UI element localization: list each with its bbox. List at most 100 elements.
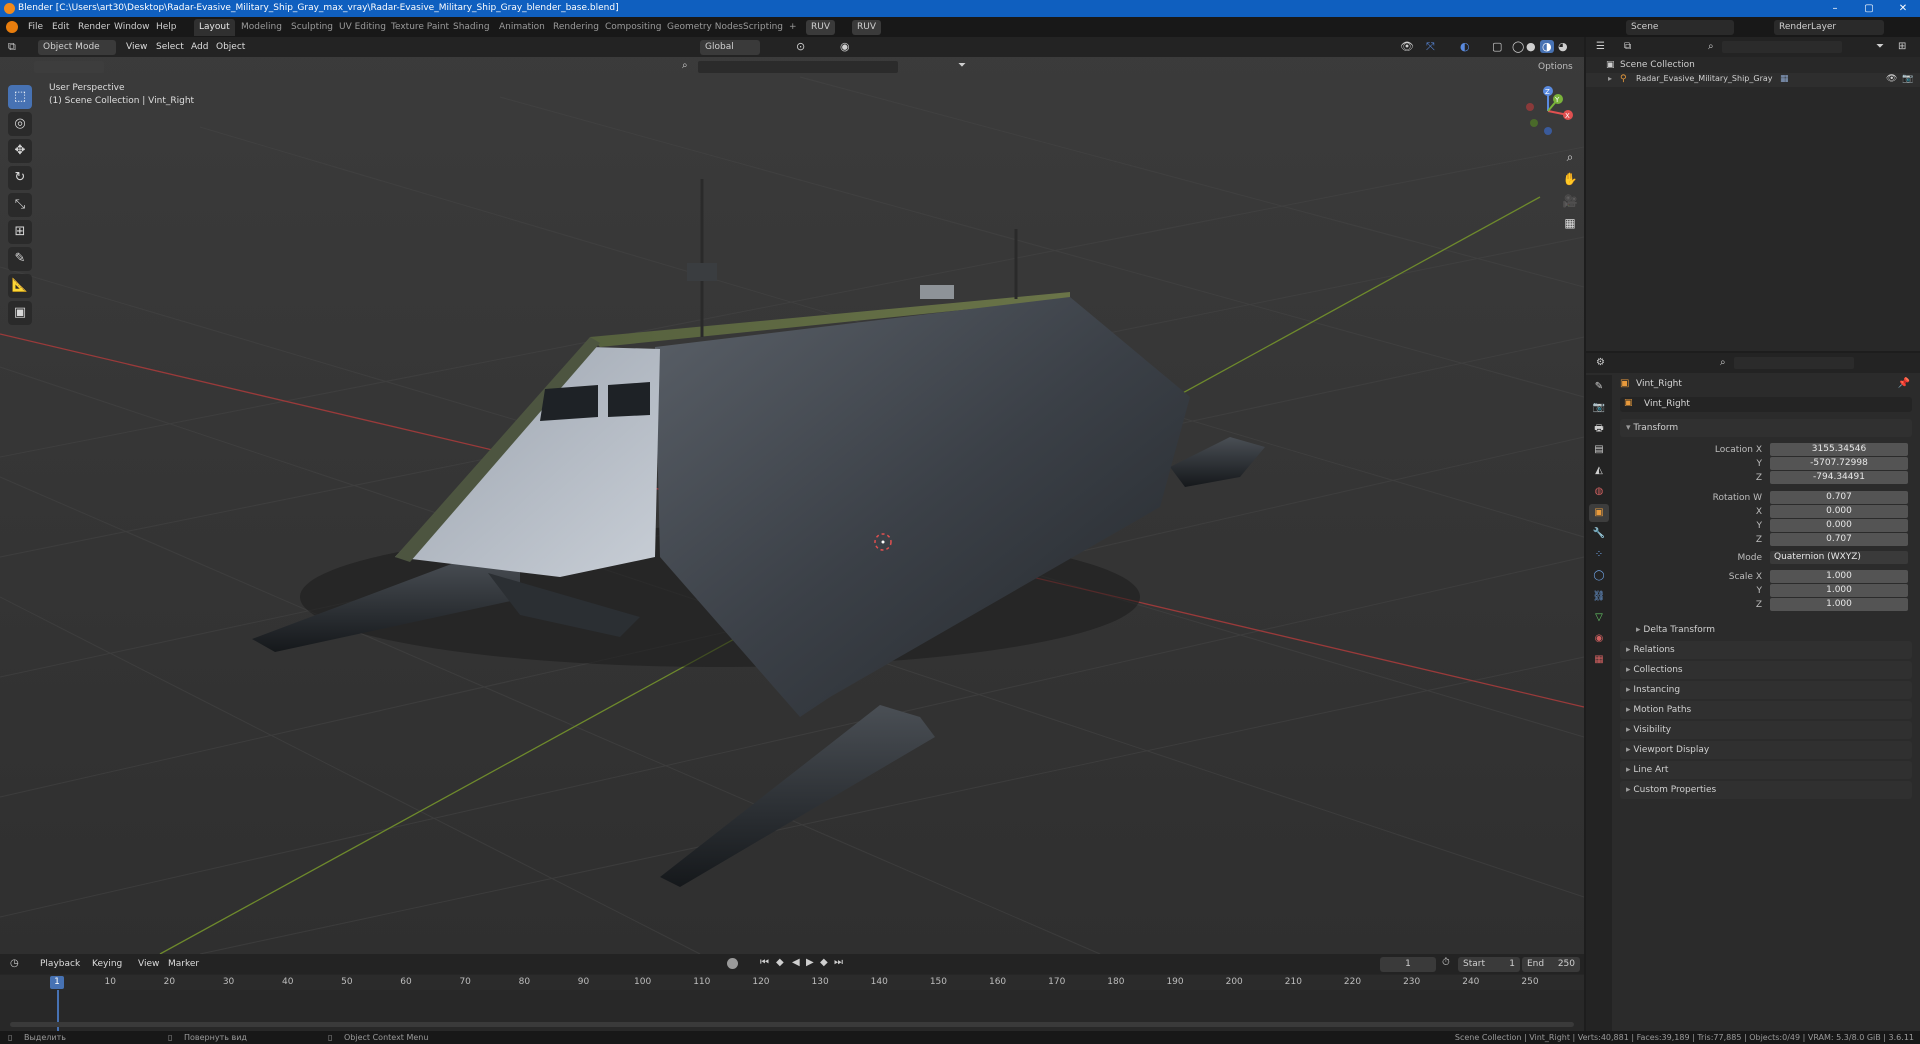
properties-editor-icon[interactable]: ⚙ bbox=[1596, 357, 1605, 368]
location-z-field[interactable]: -794.34491 bbox=[1770, 471, 1908, 484]
camera-view-icon[interactable]: 🎥 bbox=[1560, 191, 1580, 211]
addon-ruv-button-1[interactable]: RUV bbox=[806, 20, 835, 35]
timeline-menu-marker[interactable]: Marker bbox=[168, 959, 199, 969]
modifier-tab-icon[interactable]: 🔧 bbox=[1589, 525, 1609, 543]
selection-mode-icons[interactable] bbox=[34, 61, 104, 73]
jump-end-icon[interactable]: ⏭ bbox=[834, 957, 843, 968]
menu-render[interactable]: Render bbox=[74, 20, 114, 35]
relations-panel[interactable]: ▸ Relations bbox=[1620, 641, 1912, 659]
outliner-row-scene-collection[interactable]: ▣ Scene Collection bbox=[1586, 59, 1920, 73]
timeline-ruler[interactable]: 1 10 20 30 40 50 60 70 80 90 100 110 120 130 140 150 16… bbox=[0, 975, 1584, 990]
outliner-search-field[interactable] bbox=[1722, 41, 1842, 53]
rotation-y-field[interactable]: 0.000 bbox=[1770, 519, 1908, 532]
pin-icon[interactable]: 📌 bbox=[1898, 378, 1910, 389]
stopwatch-icon[interactable]: ⏱ bbox=[1442, 957, 1450, 968]
close-button[interactable]: ✕ bbox=[1886, 0, 1920, 17]
snap-icon[interactable]: ⊙ bbox=[796, 40, 805, 53]
viewport-menu-object[interactable]: Object bbox=[216, 42, 245, 52]
collections-panel[interactable]: ▸ Collections bbox=[1620, 661, 1912, 679]
start-frame-field[interactable]: Start 1 bbox=[1458, 957, 1520, 972]
tab-sculpting[interactable]: Sculpting bbox=[286, 19, 338, 36]
expand-arrow-icon[interactable]: ▸ bbox=[1608, 74, 1612, 83]
timeline-track-area[interactable] bbox=[0, 990, 1584, 1031]
current-frame-field[interactable]: 1 bbox=[1380, 957, 1436, 972]
select-box-tool[interactable]: ⬚ bbox=[8, 85, 32, 109]
outliner-row-object[interactable]: ▸ ⚲ Radar_Evasive_Military_Ship_Gray ▦ 👁… bbox=[1586, 73, 1920, 87]
zoom-icon[interactable]: ⌕ bbox=[1560, 147, 1580, 167]
scale-x-field[interactable]: 1.000 bbox=[1770, 570, 1908, 583]
output-tab-icon[interactable]: 🖶 bbox=[1589, 420, 1609, 438]
viewport-search-field[interactable] bbox=[698, 61, 898, 73]
viewport-display-panel[interactable]: ▸ Viewport Display bbox=[1620, 741, 1912, 759]
add-workspace-button[interactable]: + bbox=[784, 19, 802, 36]
mode-selector[interactable]: Object Mode bbox=[38, 40, 116, 55]
rotation-x-field[interactable]: 0.000 bbox=[1770, 505, 1908, 518]
viewport-search-icon[interactable]: ⌕ bbox=[682, 60, 688, 71]
tab-scripting[interactable]: Scripting bbox=[738, 19, 788, 36]
display-mode-icon[interactable]: ⧉ bbox=[1624, 41, 1631, 52]
3d-viewport[interactable]: ⧉ Object Mode View Select Add Object Glo… bbox=[0, 37, 1584, 954]
motion-paths-panel[interactable]: ▸ Motion Paths bbox=[1620, 701, 1912, 719]
prev-key-icon[interactable]: ◆ bbox=[776, 957, 784, 968]
render-layer-selector[interactable]: RenderLayer bbox=[1774, 20, 1884, 35]
timeline-editor-icon[interactable]: ◷ bbox=[10, 958, 19, 969]
timeline-menu-playback[interactable]: Playback bbox=[40, 959, 80, 969]
tab-geometry-nodes[interactable]: Geometry Nodes bbox=[662, 19, 748, 36]
maximize-button[interactable]: ▢ bbox=[1852, 0, 1886, 17]
rotate-tool[interactable]: ↻ bbox=[8, 166, 32, 190]
play-icon[interactable]: ▶ bbox=[806, 957, 814, 968]
tab-layout[interactable]: Layout bbox=[194, 19, 235, 36]
menu-window[interactable]: Window bbox=[110, 20, 154, 35]
tab-animation[interactable]: Animation bbox=[494, 19, 550, 36]
instancing-panel[interactable]: ▸ Instancing bbox=[1620, 681, 1912, 699]
particles-tab-icon[interactable]: ⁘ bbox=[1589, 546, 1609, 564]
end-frame-field[interactable]: End 250 bbox=[1522, 957, 1580, 972]
material-tab-icon[interactable]: ◉ bbox=[1589, 630, 1609, 648]
transform-orientation-selector[interactable]: Global bbox=[700, 40, 760, 55]
overlay-toggle-icon[interactable]: ◐ bbox=[1460, 40, 1470, 53]
gizmo-toggle-icon[interactable]: ⤧ bbox=[1426, 40, 1435, 54]
outliner-filter-icon[interactable]: ⏷ bbox=[1876, 41, 1884, 52]
tab-texture-paint[interactable]: Texture Paint bbox=[386, 19, 454, 36]
tab-rendering[interactable]: Rendering bbox=[548, 19, 604, 36]
play-reverse-icon[interactable]: ◀ bbox=[792, 957, 800, 968]
shading-solid-icon[interactable]: ● bbox=[1526, 40, 1536, 53]
properties-search-field[interactable] bbox=[1734, 357, 1854, 369]
outliner-search-icon[interactable]: ⌕ bbox=[1708, 41, 1714, 52]
render-tab-icon[interactable]: 📷 bbox=[1589, 399, 1609, 417]
timeline-scrollbar[interactable] bbox=[10, 1022, 1574, 1027]
record-icon[interactable] bbox=[727, 958, 738, 969]
addon-ruv-button-2[interactable]: RUV bbox=[852, 20, 881, 35]
tab-compositing[interactable]: Compositing bbox=[600, 19, 666, 36]
object-name-field[interactable]: ▣ Vint_Right bbox=[1620, 397, 1912, 412]
measure-tool[interactable]: 📐 bbox=[8, 274, 32, 298]
shading-material-icon[interactable]: ◑ bbox=[1540, 40, 1554, 53]
options-dropdown[interactable]: Options bbox=[1538, 62, 1573, 72]
ortho-grid-icon[interactable]: ▦ bbox=[1560, 213, 1580, 233]
next-key-icon[interactable]: ◆ bbox=[820, 957, 828, 968]
scale-y-field[interactable]: 1.000 bbox=[1770, 584, 1908, 597]
cursor-tool[interactable]: ◎ bbox=[8, 112, 32, 136]
scene-tab-icon[interactable]: ◭ bbox=[1589, 462, 1609, 480]
line-art-panel[interactable]: ▸ Line Art bbox=[1620, 761, 1912, 779]
visibility-icon[interactable]: 👁 bbox=[1400, 40, 1414, 53]
move-tool[interactable]: ✥ bbox=[8, 139, 32, 163]
viewport-menu-view[interactable]: View bbox=[126, 42, 147, 52]
jump-start-icon[interactable]: ⏮ bbox=[760, 957, 769, 968]
delta-transform-panel[interactable]: ▸ Delta Transform bbox=[1630, 621, 1912, 639]
tab-modeling[interactable]: Modeling bbox=[236, 19, 287, 36]
timeline-menu-keying[interactable]: Keying bbox=[92, 959, 122, 969]
pan-hand-icon[interactable]: ✋ bbox=[1560, 169, 1580, 189]
rotation-w-field[interactable]: 0.707 bbox=[1770, 491, 1908, 504]
menu-file[interactable]: File bbox=[24, 20, 47, 35]
render-visibility-icon[interactable]: 📷 bbox=[1902, 74, 1913, 84]
playhead-marker[interactable]: 1 bbox=[50, 976, 64, 989]
editor-type-icon[interactable]: ⧉ bbox=[8, 40, 24, 54]
object-tab-icon[interactable]: ▣ bbox=[1589, 504, 1609, 522]
transform-panel-header[interactable]: ▾ Transform bbox=[1620, 419, 1912, 437]
new-collection-icon[interactable]: ⊞ bbox=[1898, 41, 1906, 52]
viewport-menu-select[interactable]: Select bbox=[156, 42, 184, 52]
location-x-field[interactable]: 3155.34546 bbox=[1770, 443, 1908, 456]
proportional-edit-icon[interactable]: ◉ bbox=[840, 40, 850, 53]
minimize-button[interactable]: – bbox=[1818, 0, 1852, 17]
